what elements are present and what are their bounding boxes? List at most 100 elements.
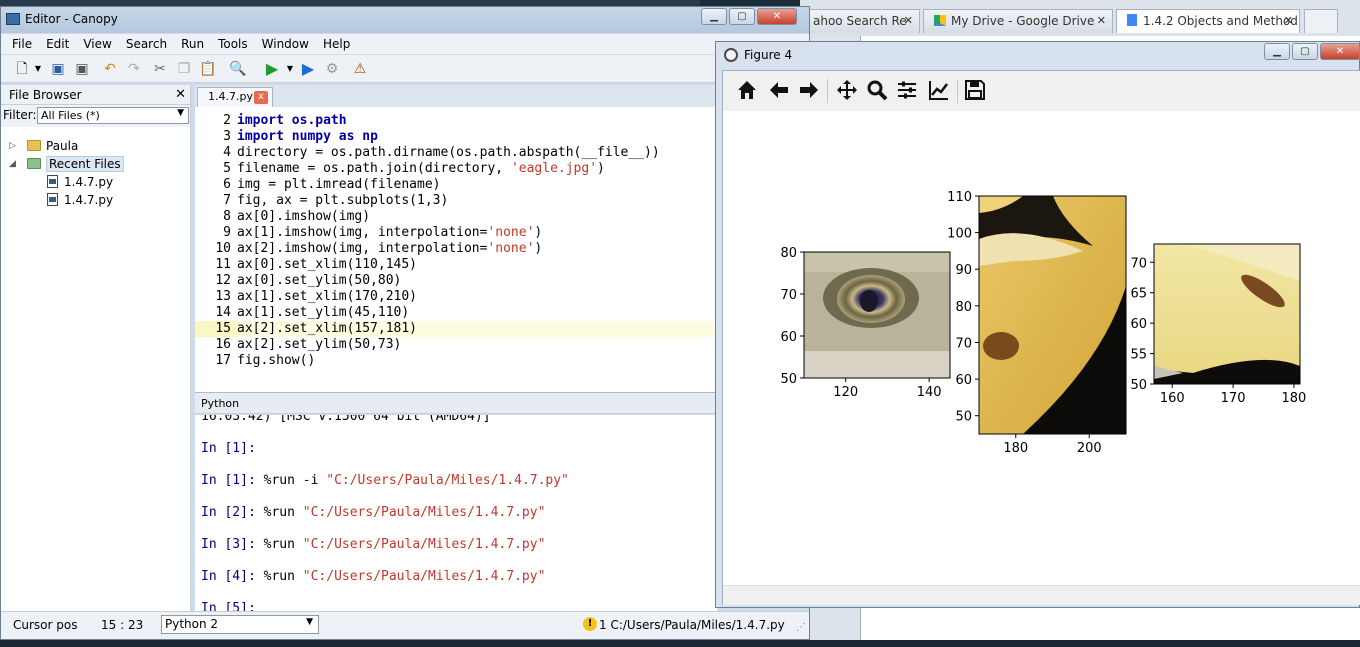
new-file-dropdown-icon[interactable]: ▼ [29, 60, 47, 78]
console-line: In [1]: [201, 441, 264, 457]
code-line[interactable]: 16 ax[2].set_ylim(50,73) [195, 337, 717, 353]
tab-1-4-7[interactable]: 1.4.7.py x [197, 87, 273, 107]
subplot-1-image [804, 252, 950, 378]
cut-icon[interactable]: ✂ [151, 60, 169, 78]
status-bar: Cursor pos 15 : 23 Python 2 ▼ ! 1 C:/Use… [1, 611, 809, 639]
code-line[interactable]: 2 import os.path [195, 113, 717, 129]
redo-icon[interactable]: ↷ [125, 60, 143, 78]
resize-grip-icon[interactable]: ⋰ [796, 622, 806, 633]
panel-title: File Browser [9, 88, 82, 102]
line-number: 12 [215, 273, 231, 288]
save-icon[interactable]: ▣ [49, 60, 67, 78]
minimize-button[interactable]: ▁ [1264, 43, 1290, 60]
console-prompt: In [1]: [201, 473, 256, 488]
expand-arrow-icon[interactable]: ▷ [9, 137, 16, 155]
find-icon[interactable]: 🔍 [229, 60, 247, 78]
menu-file[interactable]: File [5, 34, 39, 54]
code-line[interactable]: 11 ax[0].set_xlim(110,145) [195, 257, 717, 273]
paste-icon[interactable]: 📋 [199, 60, 217, 78]
package-manager-icon[interactable]: ⚠ [351, 60, 369, 78]
menu-edit[interactable]: Edit [39, 34, 76, 54]
console-prompt: In [5]: [201, 601, 256, 611]
filter-select[interactable]: All Files (*) ▼ [37, 107, 189, 124]
zoom-icon[interactable] [865, 77, 889, 103]
code-line[interactable]: 12 ax[0].set_ylim(50,80) [195, 273, 717, 289]
code-line[interactable]: 14 ax[1].set_ylim(45,110) [195, 305, 717, 321]
code-line[interactable]: 7 fig, ax = plt.subplots(1,3) [195, 193, 717, 209]
python-panel-header: Python [195, 392, 717, 414]
menu-view[interactable]: View [76, 34, 118, 54]
run-icon[interactable]: ▶ [263, 60, 281, 78]
y-tick-label: 50 [955, 410, 972, 425]
code-line[interactable]: 10 ax[2].imshow(img, interpolation='none'… [195, 241, 717, 257]
python-console[interactable]: 16:03:42) [MSC v.1500 64 bit (AMD64)] In … [195, 415, 717, 611]
subplots-svg: 120 140 50 60 70 80 180 200 50 60 70 80 90 100 110 160 1… [780, 190, 1306, 456]
file-browser-header: File Browser ✕ [1, 85, 190, 105]
maximize-button[interactable]: ▢ [1292, 43, 1318, 60]
menu-tools[interactable]: Tools [211, 34, 255, 54]
code-line[interactable]: 17 fig.show() [195, 353, 717, 369]
run-dropdown-icon[interactable]: ▼ [281, 60, 299, 78]
close-tab-icon[interactable]: x [254, 91, 268, 104]
menu-bar: File Edit View Search Run Tools Window H… [1, 34, 809, 54]
console-text: 16:03:42) [MSC v.1500 64 bit (AMD64)] [201, 415, 491, 424]
code-text: fig.show() [237, 353, 316, 368]
code-text: ax[1].set_ylim(45,110) [237, 305, 410, 320]
menu-search[interactable]: Search [119, 34, 174, 54]
x-tick-label: 170 [1221, 391, 1246, 406]
tree-item-recent-files[interactable]: ◢ Recent Files [7, 155, 124, 173]
interpreter-select[interactable]: Python 2 ▼ [161, 615, 319, 634]
configure-icon[interactable] [895, 77, 919, 103]
close-icon[interactable]: ✕ [175, 87, 186, 102]
figure-canvas[interactable]: 120 140 50 60 70 80 180 200 50 60 70 80 90 100 110 160 1… [723, 111, 1360, 586]
minimize-button[interactable]: ▁ [701, 8, 727, 25]
line-number: 10 [215, 241, 231, 256]
close-icon[interactable]: ✕ [904, 14, 913, 27]
code-line[interactable]: 15 ax[2].set_xlim(157,181) [195, 321, 717, 337]
undo-icon[interactable]: ↶ [101, 60, 119, 78]
menu-window[interactable]: Window [255, 34, 316, 54]
back-icon[interactable] [767, 77, 791, 103]
y-tick-label: 60 [1130, 317, 1147, 332]
warning-icon[interactable]: ! [583, 617, 597, 631]
collapse-arrow-icon[interactable]: ◢ [9, 155, 16, 173]
save-all-icon[interactable]: ▣ [73, 60, 91, 78]
home-icon[interactable] [735, 77, 759, 103]
menu-help[interactable]: Help [316, 34, 357, 54]
code-line[interactable]: 6 img = plt.imread(filename) [195, 177, 717, 193]
close-icon[interactable]: ✕ [1097, 14, 1106, 27]
forward-icon[interactable] [797, 77, 821, 103]
pan-icon[interactable] [835, 77, 859, 103]
save-icon[interactable] [963, 77, 987, 103]
editor-titlebar[interactable]: Editor - Canopy ▁ ▢ ✕ [1, 7, 809, 33]
code-line[interactable]: 3 import numpy as np [195, 129, 717, 145]
code-line[interactable]: 5 filename = os.path.join(directory, 'eag… [195, 161, 717, 177]
code-line[interactable]: 13 ax[1].set_xlim(170,210) [195, 289, 717, 305]
y-tick-label: 80 [955, 300, 972, 315]
browser-tab-yahoo[interactable]: ahoo Search Re ✕ [802, 9, 920, 33]
browser-tab-drive[interactable]: My Drive - Google Drive ✕ [923, 9, 1113, 33]
code-text: import numpy as np [237, 129, 378, 144]
console-text: %run "C:/Users/Paula/Miles/1.4.7.py" [263, 537, 546, 552]
new-tab-button[interactable] [1304, 9, 1338, 33]
debug-run-icon[interactable]: ▶ [299, 60, 317, 78]
maximize-button[interactable]: ▢ [729, 8, 755, 25]
close-icon[interactable]: ✕ [1284, 14, 1293, 27]
code-editor[interactable]: 2 import os.path 3 import numpy as np 4 direc… [195, 107, 717, 392]
close-button[interactable]: ✕ [757, 8, 797, 25]
tree-item-label: 1.4.7.py [64, 193, 114, 207]
edit-axes-icon[interactable] [927, 77, 951, 103]
tree-item-file[interactable]: 1.4.7.py [7, 191, 124, 209]
menu-run[interactable]: Run [174, 34, 211, 54]
stop-icon[interactable]: ⚙ [323, 60, 341, 78]
close-button[interactable]: ✕ [1320, 43, 1360, 60]
tree-item-file[interactable]: 1.4.7.py [7, 173, 124, 191]
code-line[interactable]: 8 ax[0].imshow(img) [195, 209, 717, 225]
browser-tab-objects[interactable]: 1.4.2 Objects and Method ✕ [1116, 9, 1300, 33]
console-prompt: In [1]: [201, 441, 256, 456]
copy-icon[interactable]: ❐ [175, 60, 193, 78]
warning-count: 1 [599, 618, 607, 632]
code-line[interactable]: 9 ax[1].imshow(img, interpolation='none') [195, 225, 717, 241]
code-line[interactable]: 4 directory = os.path.dirname(os.path.abs… [195, 145, 717, 161]
tree-item-paula[interactable]: ▷ Paula [7, 137, 124, 155]
